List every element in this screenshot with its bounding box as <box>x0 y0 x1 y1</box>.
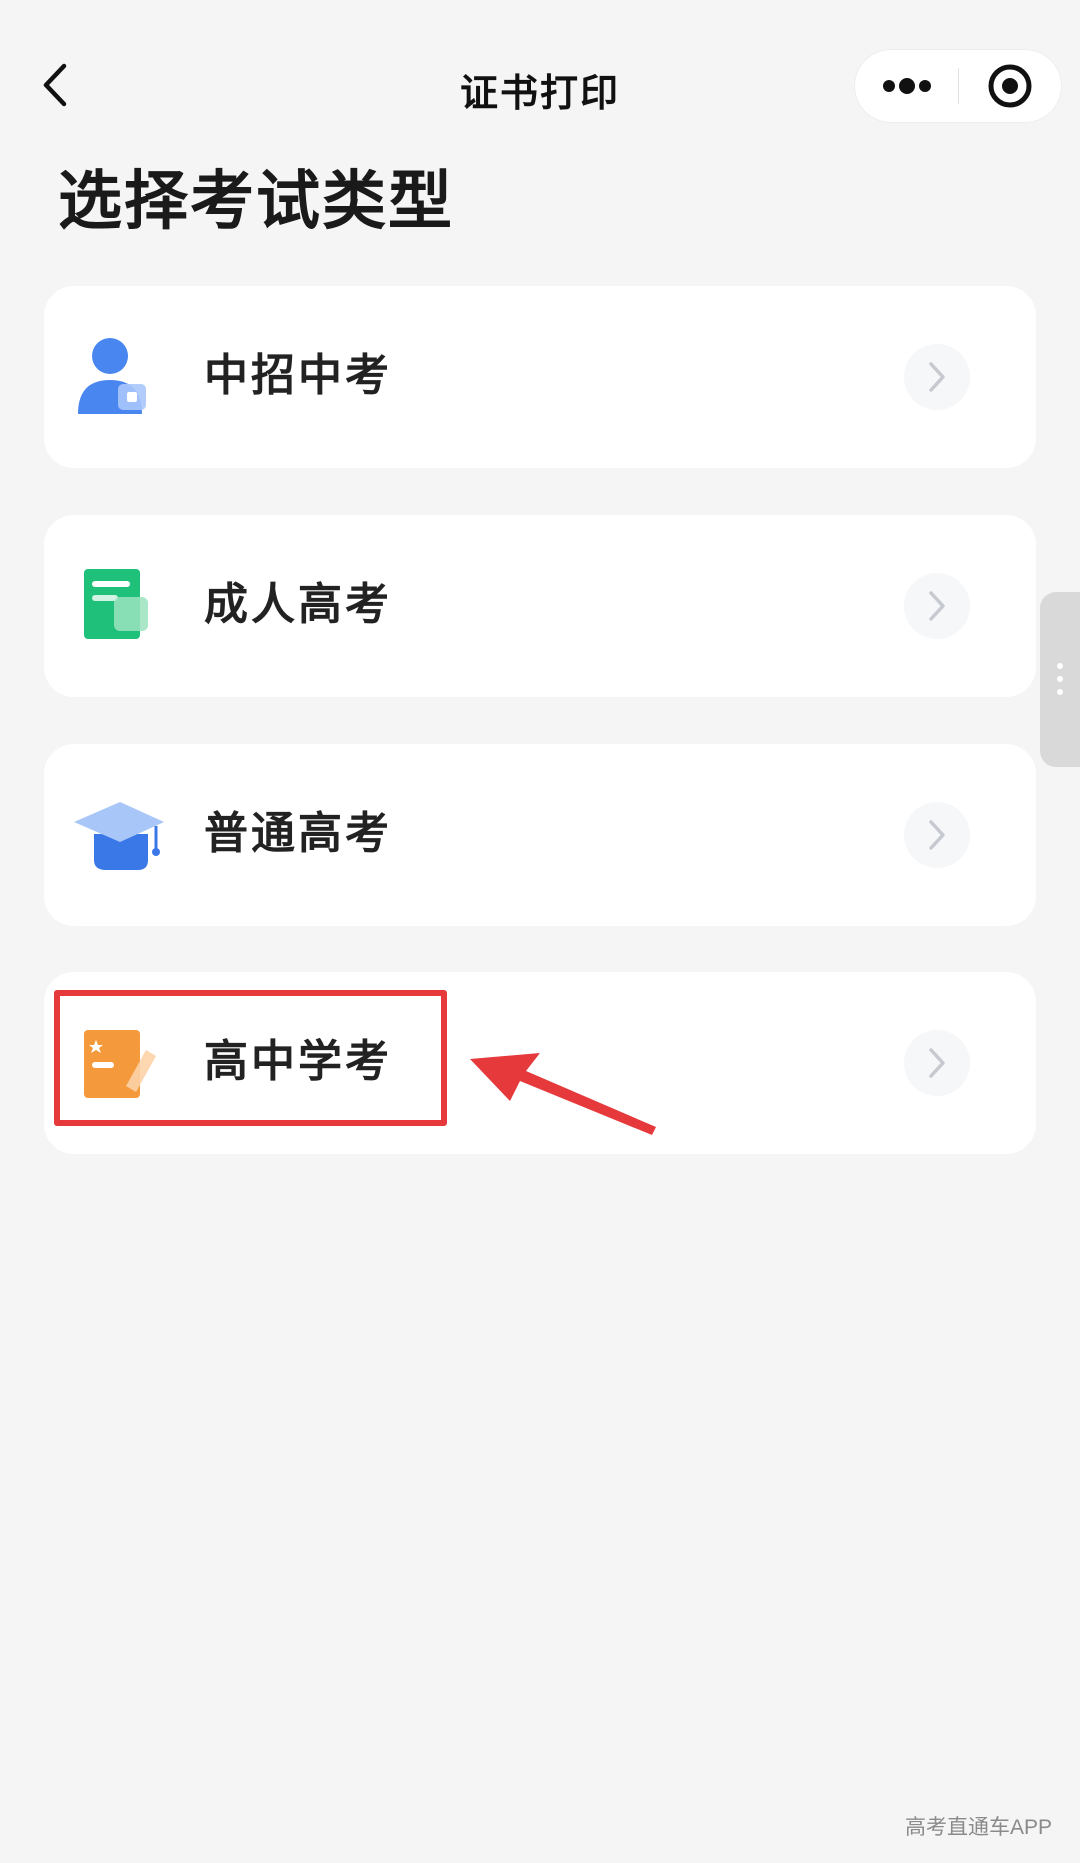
exam-type-label: 中招中考 <box>204 350 392 401</box>
highlight-annotation-box <box>54 990 447 1126</box>
student-person-icon <box>72 330 168 426</box>
navigation-bar: 证书打印 <box>0 0 1080 170</box>
watermark: 高考直通车APP <box>904 1816 1052 1839</box>
green-document-icon <box>72 559 168 655</box>
card-arrow-button[interactable] <box>904 344 970 410</box>
red-pointer-arrow-icon <box>470 1053 656 1135</box>
side-floating-handle[interactable] <box>1040 592 1080 767</box>
exam-type-card-adult[interactable]: 成人高考 <box>44 515 1036 697</box>
exam-type-label: 普通高考 <box>204 808 392 859</box>
graduation-cap-icon <box>72 788 168 884</box>
chevron-right-icon <box>929 820 945 850</box>
chevron-right-icon <box>929 1048 945 1078</box>
exam-type-card-zhongkao[interactable]: 中招中考 <box>44 286 1036 468</box>
more-button[interactable] <box>855 50 958 122</box>
vertical-dots-icon <box>1057 663 1063 695</box>
more-dots-icon <box>882 78 931 94</box>
close-button[interactable] <box>959 50 1061 122</box>
page-heading: 选择考试类型 <box>58 165 454 239</box>
card-arrow-button[interactable] <box>904 1030 970 1096</box>
mini-program-capsule <box>855 50 1061 122</box>
card-arrow-button[interactable] <box>904 573 970 639</box>
card-arrow-button[interactable] <box>904 802 970 868</box>
exam-type-label: 成人高考 <box>204 579 392 630</box>
chevron-right-icon <box>929 362 945 392</box>
exam-type-card-gaokao[interactable]: 普通高考 <box>44 744 1036 926</box>
target-circle-icon <box>988 64 1032 108</box>
chevron-right-icon <box>929 591 945 621</box>
